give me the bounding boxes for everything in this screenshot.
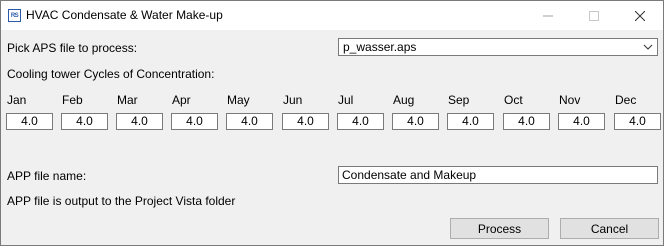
output-note: APP file is output to the Project Vista … bbox=[7, 194, 236, 208]
app-file-label: APP file name: bbox=[7, 169, 87, 183]
month-label-jul: Jul bbox=[338, 93, 354, 107]
month-label-sep: Sep bbox=[448, 93, 470, 107]
aps-file-select[interactable]: p_wasser.aps bbox=[338, 38, 658, 56]
maximize-button[interactable] bbox=[571, 1, 617, 30]
month-input-jun[interactable]: 4.0 bbox=[282, 113, 329, 130]
maximize-icon bbox=[589, 10, 599, 21]
minimize-icon bbox=[543, 15, 553, 16]
close-button[interactable] bbox=[617, 1, 663, 30]
close-icon bbox=[635, 10, 645, 21]
month-input-oct[interactable]: 4.0 bbox=[503, 113, 550, 130]
month-input-feb[interactable]: 4.0 bbox=[61, 113, 108, 130]
process-button[interactable]: Process bbox=[450, 218, 549, 239]
chevron-down-icon[interactable] bbox=[641, 39, 655, 55]
month-input-jul[interactable]: 4.0 bbox=[337, 113, 384, 130]
month-label-feb: Feb bbox=[62, 93, 83, 107]
dialog-window: RS HVAC Condensate & Water Make-up Pick … bbox=[0, 0, 664, 246]
month-label-aug: Aug bbox=[393, 93, 415, 107]
app-icon: RS bbox=[8, 9, 21, 22]
month-input-mar[interactable]: 4.0 bbox=[116, 113, 163, 130]
title-bar: RS HVAC Condensate & Water Make-up bbox=[1, 1, 663, 30]
month-label-nov: Nov bbox=[559, 93, 581, 107]
aps-file-value: p_wasser.aps bbox=[343, 40, 417, 54]
app-file-name-value: Condensate and Makeup bbox=[342, 168, 477, 182]
month-label-dec: Dec bbox=[615, 93, 637, 107]
cancel-button[interactable]: Cancel bbox=[560, 218, 659, 239]
month-input-apr[interactable]: 4.0 bbox=[171, 113, 218, 130]
month-input-dec[interactable]: 4.0 bbox=[614, 113, 661, 130]
window-title: HVAC Condensate & Water Make-up bbox=[26, 8, 223, 22]
month-input-jan[interactable]: 4.0 bbox=[6, 113, 53, 130]
month-input-may[interactable]: 4.0 bbox=[226, 113, 273, 130]
month-label-apr: Apr bbox=[172, 93, 191, 107]
month-input-sep[interactable]: 4.0 bbox=[447, 113, 494, 130]
month-label-oct: Oct bbox=[504, 93, 523, 107]
minimize-button[interactable] bbox=[525, 1, 571, 30]
month-label-mar: Mar bbox=[117, 93, 138, 107]
pick-aps-label: Pick APS file to process: bbox=[7, 41, 138, 55]
month-label-jun: Jun bbox=[283, 93, 303, 107]
month-label-jan: Jan bbox=[7, 93, 27, 107]
month-input-aug[interactable]: 4.0 bbox=[392, 113, 439, 130]
month-input-nov[interactable]: 4.0 bbox=[558, 113, 605, 130]
cycles-label: Cooling tower Cycles of Concentration: bbox=[7, 67, 215, 81]
app-file-name-input[interactable]: Condensate and Makeup bbox=[338, 166, 658, 184]
month-label-may: May bbox=[227, 93, 250, 107]
